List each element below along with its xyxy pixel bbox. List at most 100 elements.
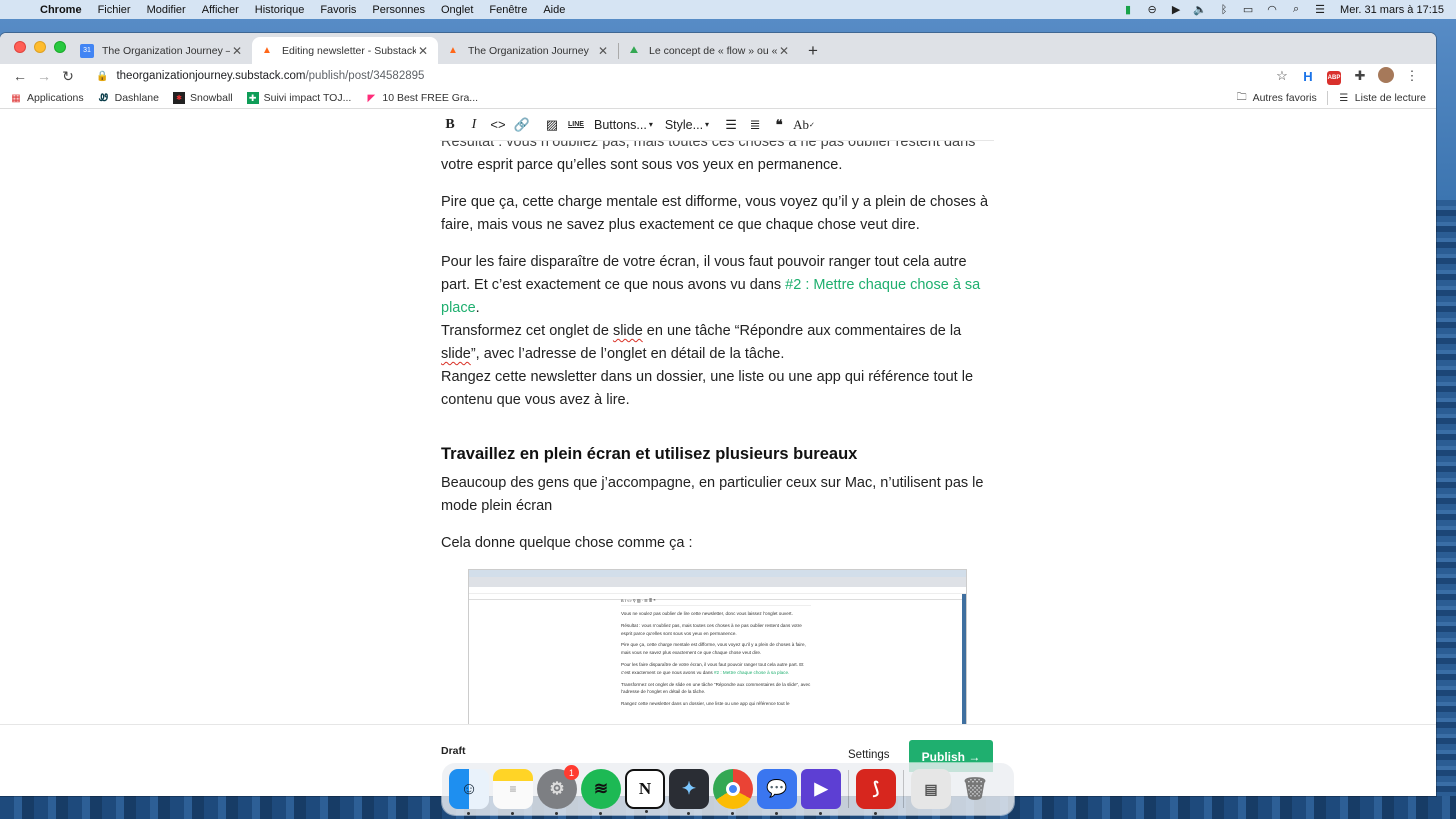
paragraph: Pire que ça, cette charge mentale est di…: [441, 194, 989, 233]
other-bookmarks-label: Autres favoris: [1252, 92, 1317, 104]
italic-button[interactable]: I: [464, 113, 484, 137]
profile-avatar[interactable]: [1374, 66, 1398, 86]
screenshot-line: Pire que ça, cette charge mentale est di…: [621, 642, 806, 656]
paragraph: Cela donne quelque chose comme ça :: [441, 535, 693, 551]
bullet-list-icon[interactable]: ☰: [721, 113, 741, 137]
menu-fenetre[interactable]: Fenêtre: [481, 4, 535, 16]
menu-aide[interactable]: Aide: [535, 4, 573, 16]
buttons-dropdown[interactable]: Buttons... ▾: [590, 113, 657, 137]
bookmark-best-free[interactable]: ◤ 10 Best FREE Gra...: [365, 92, 479, 104]
reading-list[interactable]: ☰ Liste de lecture: [1338, 92, 1426, 104]
wifi-icon[interactable]: ◠: [1260, 3, 1284, 16]
bookmark-snowball[interactable]: ✱ Snowball: [173, 92, 233, 104]
embedded-screenshot-image[interactable]: B I <> ⚲ ▨ · ☰ ≣ ❝ Vous ne voulez pas ou…: [468, 569, 967, 727]
article-body[interactable]: Résultat : vous n’oubliez pas, mais tout…: [441, 131, 993, 569]
style-dropdown[interactable]: Style... ▾: [661, 113, 713, 137]
close-window-button[interactable]: [14, 41, 26, 53]
dashlane-icon: Ꮺ: [99, 92, 109, 104]
menu-historique[interactable]: Historique: [247, 4, 313, 16]
close-tab-icon[interactable]: ✕: [416, 44, 430, 58]
dock-separator: [848, 770, 849, 808]
horizontal-line-button[interactable]: LINE: [566, 113, 586, 137]
back-arrow-icon[interactable]: ←: [8, 68, 32, 84]
bookmark-applications[interactable]: ▦ Applications: [10, 92, 83, 104]
minimize-window-button[interactable]: [34, 41, 46, 53]
tab-organization-journey[interactable]: ▲ The Organization Journey ✕: [438, 37, 618, 64]
menu-modifier[interactable]: Modifier: [139, 4, 194, 16]
battery-app-icon[interactable]: ▮: [1116, 3, 1140, 16]
linear-icon[interactable]: ▶: [801, 769, 841, 815]
close-tab-icon[interactable]: ✕: [777, 44, 791, 58]
quote-icon[interactable]: ❝: [769, 113, 789, 137]
menu-onglet[interactable]: Onglet: [433, 4, 481, 16]
documents-folder-icon[interactable]: ▤: [911, 769, 951, 809]
substack-icon: ▲: [448, 45, 458, 56]
acrobat-icon[interactable]: ⟆: [856, 769, 896, 815]
misspelled-word[interactable]: slide: [613, 323, 643, 339]
play-icon[interactable]: ▶: [1164, 3, 1188, 16]
focus-icon[interactable]: ⊖: [1140, 3, 1164, 16]
menu-app-name[interactable]: Chrome: [34, 4, 90, 16]
extensions-puzzle-icon[interactable]: ✚: [1348, 68, 1372, 84]
system-preferences-icon[interactable]: ⚙ 1: [537, 765, 579, 815]
close-tab-icon[interactable]: ✕: [230, 44, 244, 58]
bookmark-star-icon[interactable]: ☆: [1270, 68, 1294, 84]
tab-title: The Organization Journey: [468, 44, 589, 57]
substack-icon: ▲: [262, 45, 272, 56]
misspelled-word[interactable]: slide: [441, 346, 471, 362]
new-tab-button[interactable]: +: [799, 37, 827, 64]
tab-title: Editing newsletter - Substack: [282, 44, 416, 57]
link-icon[interactable]: 🔗: [512, 113, 532, 137]
spotlight-search-icon[interactable]: ⌕: [1284, 3, 1308, 16]
lock-icon[interactable]: 🔒: [96, 71, 108, 82]
signal-icon[interactable]: 💬: [757, 769, 797, 815]
control-center-icon[interactable]: ☰: [1308, 3, 1332, 16]
screenshot-wallpaper: [962, 594, 966, 726]
fullscreen-window-button[interactable]: [54, 41, 66, 53]
spotify-icon[interactable]: ≋: [581, 769, 621, 815]
bookmark-label: Dashlane: [114, 92, 159, 104]
chrome-icon[interactable]: [713, 769, 753, 815]
notes-icon[interactable]: ≡: [493, 769, 533, 815]
address-bar[interactable]: 🔒 theorganizationjourney.substack.com/pu…: [86, 65, 1270, 87]
other-bookmarks[interactable]: 🗀 Autres favoris: [1236, 92, 1317, 105]
bold-button[interactable]: B: [440, 113, 460, 137]
reading-list-icon: ☰: [1339, 92, 1349, 104]
settings-button[interactable]: Settings: [848, 749, 890, 761]
menu-personnes[interactable]: Personnes: [364, 4, 433, 16]
image-icon[interactable]: ▨: [542, 113, 562, 137]
calendar-icon: 31: [80, 43, 94, 58]
finder-icon[interactable]: ☺: [449, 769, 489, 815]
battery-icon[interactable]: ▭: [1236, 3, 1260, 16]
tab-organization-journey-agenda[interactable]: 31 The Organization Journey – Ag ✕: [72, 37, 252, 64]
tab-concept-flow[interactable]: ⛰ Le concept de « flow » ou « ét ✕: [619, 37, 799, 64]
reload-icon[interactable]: ↻: [56, 68, 80, 85]
bookmark-suivi-impact[interactable]: ✚ Suivi impact TOJ...: [246, 92, 351, 104]
adblock-icon[interactable]: ABP: [1322, 67, 1346, 85]
chart-icon: ⛰: [629, 45, 639, 56]
forward-arrow-icon[interactable]: →: [32, 68, 56, 84]
menu-favoris[interactable]: Favoris: [312, 4, 364, 16]
numbered-list-icon[interactable]: ≣: [745, 113, 765, 137]
tab-strip: 31 The Organization Journey – Ag ✕ ▲ Edi…: [0, 33, 1436, 64]
notion-icon[interactable]: N: [625, 769, 665, 813]
grid-icon: ▦: [11, 92, 21, 104]
spellcheck-button[interactable]: Ab ✓: [793, 113, 815, 137]
tab-editing-newsletter[interactable]: ▲ Editing newsletter - Substack ✕: [252, 37, 438, 64]
bluetooth-icon[interactable]: ᛒ: [1212, 4, 1236, 16]
menu-fichier[interactable]: Fichier: [90, 4, 139, 16]
trash-icon[interactable]: 🗑: [955, 769, 995, 809]
code-icon[interactable]: <>: [488, 113, 508, 137]
craft-icon[interactable]: ✦: [669, 769, 709, 815]
bookmark-dashlane[interactable]: Ꮺ Dashlane: [98, 92, 159, 104]
caret-down-icon: ▾: [648, 120, 653, 129]
menu-afficher[interactable]: Afficher: [194, 4, 247, 16]
bookmarks-bar: ▦ Applications Ꮺ Dashlane ✱ Snowball ✚ S…: [0, 88, 1436, 109]
reading-list-label: Liste de lecture: [1354, 92, 1426, 104]
close-tab-icon[interactable]: ✕: [596, 44, 610, 58]
more-menu-icon[interactable]: ⋮: [1400, 68, 1424, 84]
bookmarks-right: 🗀 Autres favoris ☰ Liste de lecture: [1236, 91, 1426, 105]
extension-h-icon[interactable]: H: [1296, 69, 1320, 84]
volume-icon[interactable]: 🔈: [1188, 3, 1212, 16]
menu-clock[interactable]: Mer. 31 mars à 17:15: [1332, 4, 1444, 16]
